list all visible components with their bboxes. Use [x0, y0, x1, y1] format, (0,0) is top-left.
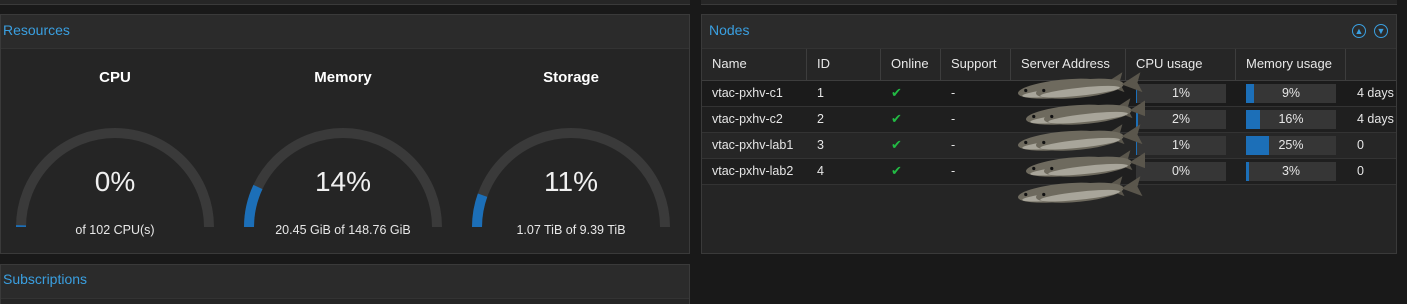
node-uptime: 0: [1347, 133, 1364, 158]
cpu-usage-bar: 1%: [1136, 136, 1226, 155]
node-name: vtac-pxhv-lab2: [702, 159, 793, 184]
column-header-id[interactable]: ID: [807, 49, 881, 80]
memory-usage-bar: 9%: [1246, 84, 1336, 103]
column-header-online[interactable]: Online: [881, 49, 941, 80]
memory-usage-value: 16%: [1246, 110, 1336, 129]
node-id: 1: [807, 81, 824, 106]
node-id: 2: [807, 107, 824, 132]
gauge-value: 11%: [457, 166, 685, 198]
cpu-usage-bar: 0%: [1136, 162, 1226, 181]
resources-title: Resources: [3, 22, 70, 38]
node-support: -: [941, 133, 955, 158]
online-check-icon: ✔: [881, 133, 902, 158]
node-uptime: 4 days: [1347, 81, 1394, 106]
memory-usage-bar: 25%: [1246, 136, 1336, 155]
memory-usage-value: 9%: [1246, 84, 1336, 103]
cpu-gauge-arc: [1, 49, 229, 249]
online-check-icon: ✔: [881, 81, 902, 106]
node-uptime: 0: [1347, 159, 1364, 184]
storage-gauge: Storage 11% 1.07 TiB of 9.39 TiB: [457, 49, 685, 249]
column-header-name[interactable]: Name: [702, 49, 807, 80]
online-check-icon: ✔: [881, 159, 902, 184]
node-support: -: [941, 159, 955, 184]
node-support: -: [941, 81, 955, 106]
cpu-usage-value: 1%: [1136, 84, 1226, 103]
node-name: vtac-pxhv-c2: [702, 107, 783, 132]
resources-panel: Resources CPU 0% of 102 CPU(s) Memory 14…: [0, 14, 690, 254]
storage-gauge-arc: [457, 49, 685, 249]
node-name: vtac-pxhv-lab1: [702, 133, 793, 158]
cpu-usage-value: 1%: [1136, 136, 1226, 155]
collapse-icon[interactable]: ▲: [1352, 24, 1366, 38]
cpu-usage-value: 2%: [1136, 110, 1226, 129]
cpu-usage-bar: 1%: [1136, 84, 1226, 103]
node-id: 4: [807, 159, 824, 184]
resources-header: Resources: [1, 15, 689, 49]
node-id: 3: [807, 133, 824, 158]
node-uptime: 4 days: [1347, 107, 1394, 132]
gauge-subtext: of 102 CPU(s): [1, 223, 229, 237]
node-support: -: [941, 107, 955, 132]
online-check-icon: ✔: [881, 107, 902, 132]
node-name: vtac-pxhv-c1: [702, 81, 783, 106]
top-panel-edge-right: [701, 0, 1397, 5]
memory-gauge: Memory 14% 20.45 GiB of 148.76 GiB: [229, 49, 457, 249]
gauge-subtext: 20.45 GiB of 148.76 GiB: [229, 223, 457, 237]
gauge-subtext: 1.07 TiB of 9.39 TiB: [457, 223, 685, 237]
cpu-usage-bar: 2%: [1136, 110, 1226, 129]
expand-icon[interactable]: ▼: [1374, 24, 1388, 38]
memory-usage-bar: 16%: [1246, 110, 1336, 129]
memory-usage-value: 3%: [1246, 162, 1336, 181]
column-header-support[interactable]: Support: [941, 49, 1011, 80]
nodes-title: Nodes: [709, 22, 749, 38]
subscriptions-header: Subscriptions: [1, 265, 689, 299]
cpu-gauge: CPU 0% of 102 CPU(s): [1, 49, 229, 249]
top-panel-edge-left: [0, 0, 690, 5]
gauge-value: 14%: [229, 166, 457, 198]
nodes-header: Nodes ▲ ▼: [702, 15, 1396, 49]
memory-gauge-arc: [229, 49, 457, 249]
column-header-memory-usage[interactable]: Memory usage: [1236, 49, 1346, 80]
memory-usage-value: 25%: [1246, 136, 1336, 155]
column-header-uptime[interactable]: Up: [1346, 49, 1397, 80]
cpu-usage-value: 0%: [1136, 162, 1226, 181]
gauge-value: 0%: [1, 166, 229, 198]
subscriptions-panel: Subscriptions: [0, 264, 690, 304]
memory-usage-bar: 3%: [1246, 162, 1336, 181]
fish-sticker-image: [1005, 70, 1145, 210]
